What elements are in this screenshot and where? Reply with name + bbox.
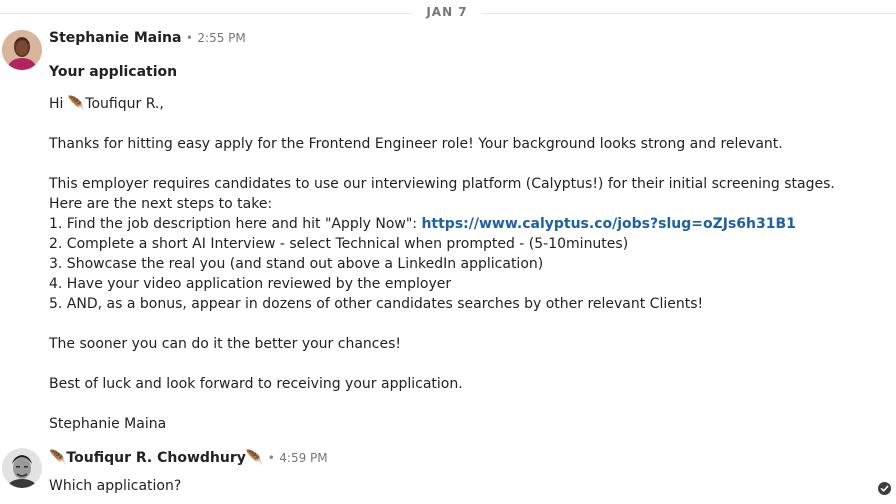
step-2: 2. Complete a short AI Interview - selec… [49,236,629,252]
separator-dot: • [185,31,193,45]
message-body: Which application? [49,478,181,494]
step-1: 1. Find the job description here and hit… [49,214,849,234]
signature: Stephanie Maina [49,416,167,432]
message-header: Stephanie Maina • 2:55 PM [49,30,246,50]
timestamp[interactable]: 4:59 PM [279,451,327,465]
divider-line-right [482,13,896,14]
message-subject: Your application [49,64,178,80]
check-circle-icon [878,482,891,495]
separator-dot: • [267,451,275,465]
paragraph-luck: Best of luck and look forward to receivi… [49,376,463,392]
message-body: Your application Hi 🪶Toufiqur R., Thanks… [49,62,849,434]
avatar[interactable] [2,30,42,70]
step-4: 4. Have your video application reviewed … [49,276,452,292]
sender-name[interactable]: Stephanie Maina [49,30,181,46]
paragraph-sooner: The sooner you can do it the better your… [49,336,402,352]
avatar[interactable] [2,448,42,488]
reply-text: Which application? [49,478,182,494]
greeting-line: Hi 🪶Toufiqur R., [49,96,164,112]
date-divider: JAN 7 [0,4,896,22]
timestamp[interactable]: 2:55 PM [197,31,245,45]
paragraph-thanks: Thanks for hitting easy apply for the Fr… [49,136,783,152]
step-5: 5. AND, as a bonus, appear in dozens of … [49,296,704,312]
divider-line-left [0,13,412,14]
paragraph-requirements: This employer requires candidates to use… [49,176,835,212]
step-3: 3. Showcase the real you (and stand out … [49,256,544,272]
message-header: 🪶Toufiqur R. Chowdhury🪶 • 4:59 PM [49,450,328,470]
job-link[interactable]: https://www.calyptus.co/jobs?slug=oZJs6h… [421,216,795,232]
sender-name[interactable]: 🪶Toufiqur R. Chowdhury🪶 [49,450,263,466]
date-label: JAN 7 [426,5,468,19]
step-1-text: 1. Find the job description here and hit… [49,216,422,232]
